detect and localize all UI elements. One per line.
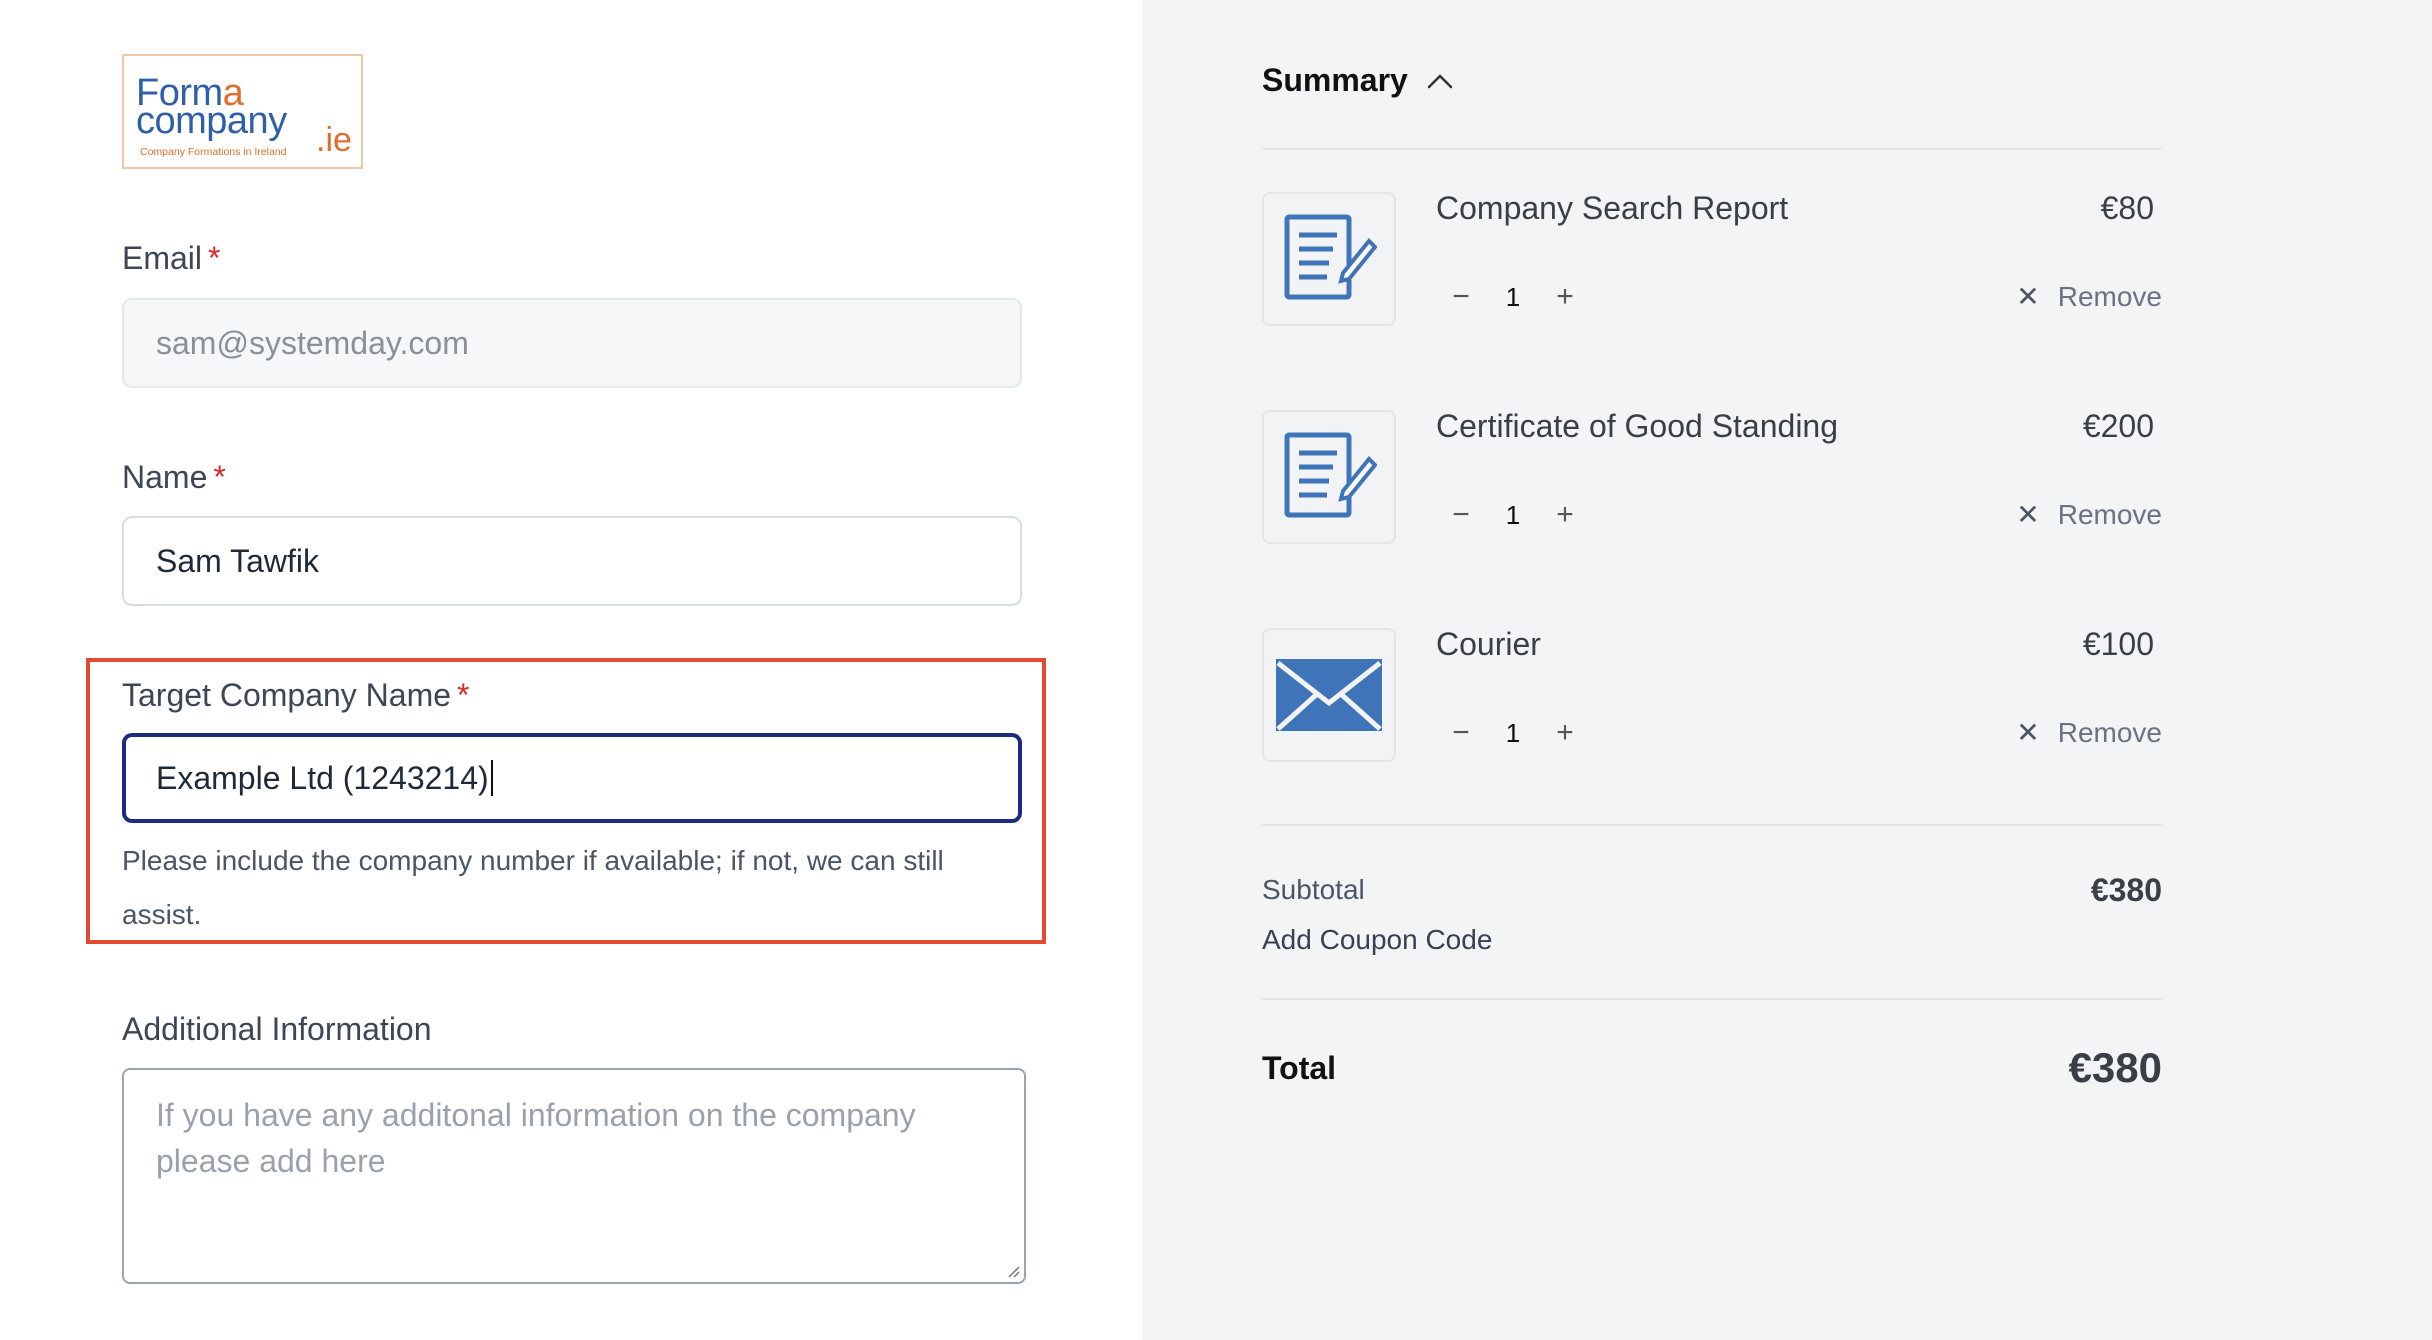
item-name: Company Search Report <box>1436 190 1789 226</box>
total-value: €380 <box>2068 1044 2162 1091</box>
name-input[interactable] <box>122 516 1022 606</box>
item-thumbnail <box>1262 628 1396 762</box>
envelope-icon <box>1276 659 1382 731</box>
target-company-value: Example Ltd (1243214) <box>156 759 489 796</box>
summary-title: Summary <box>1262 62 1408 98</box>
subtotal-label: Subtotal <box>1262 874 1365 905</box>
additional-info-placeholder: If you have any additonal information on… <box>156 1097 916 1179</box>
quantity-stepper: − 1 + <box>1446 716 1580 750</box>
summary-toggle[interactable]: Summary <box>1262 62 1454 99</box>
chevron-up-icon <box>1427 73 1453 88</box>
formacompany-logo[interactable]: Forma company .ie Company Formations in … <box>122 54 363 169</box>
decrease-quantity-button[interactable]: − <box>1446 280 1476 314</box>
email-label: Email * <box>122 240 221 276</box>
remove-label: Remove <box>2057 716 2162 748</box>
total-label: Total <box>1262 1050 1337 1086</box>
divider <box>1262 824 2162 826</box>
checkout-form-panel: Forma company .ie Company Formations in … <box>0 0 1142 1340</box>
target-company-helper-text: Please include the company number if ava… <box>122 845 944 930</box>
target-company-input[interactable]: Example Ltd (1243214) <box>122 733 1022 823</box>
required-mark: * <box>457 677 470 713</box>
remove-label: Remove <box>2057 498 2162 530</box>
decrease-quantity-button[interactable]: − <box>1446 716 1476 750</box>
item-name: Certificate of Good Standing <box>1436 408 1839 444</box>
item-price: €80 <box>2100 190 2154 226</box>
increase-quantity-button[interactable]: + <box>1550 716 1580 750</box>
document-edit-icon <box>1284 214 1377 300</box>
quantity-value[interactable]: 1 <box>1476 500 1550 531</box>
logo-text-company: company <box>136 100 287 142</box>
email-input[interactable] <box>122 298 1022 388</box>
logo-text-ie: .ie <box>316 121 352 159</box>
divider <box>1262 998 2162 1000</box>
increase-quantity-button[interactable]: + <box>1550 280 1580 314</box>
quantity-stepper: − 1 + <box>1446 280 1580 314</box>
quantity-value[interactable]: 1 <box>1476 282 1550 313</box>
close-icon: ✕ <box>2016 281 2040 312</box>
quantity-stepper: − 1 + <box>1446 498 1580 532</box>
remove-item-button[interactable]: ✕ Remove <box>2016 280 2162 313</box>
text-cursor <box>490 760 493 796</box>
logo-tagline: Company Formations in Ireland <box>140 146 287 158</box>
item-thumbnail <box>1262 192 1396 326</box>
required-mark: * <box>208 240 221 276</box>
required-mark: * <box>213 459 226 495</box>
additional-info-textarea[interactable]: If you have any additonal information on… <box>122 1068 1026 1284</box>
divider <box>1262 148 2162 150</box>
close-icon: ✕ <box>2016 717 2040 748</box>
document-edit-icon <box>1284 432 1377 518</box>
remove-item-button[interactable]: ✕ Remove <box>2016 498 2162 531</box>
item-thumbnail <box>1262 410 1396 544</box>
item-price: €200 <box>2082 408 2154 444</box>
subtotal-value: €380 <box>2090 872 2162 908</box>
decrease-quantity-button[interactable]: − <box>1446 498 1476 532</box>
resize-handle-icon[interactable] <box>1004 1262 1020 1278</box>
increase-quantity-button[interactable]: + <box>1550 498 1580 532</box>
remove-item-button[interactable]: ✕ Remove <box>2016 716 2162 749</box>
target-company-label: Target Company Name * <box>122 677 470 713</box>
item-name: Courier <box>1436 626 1541 662</box>
add-coupon-link[interactable]: Add Coupon Code <box>1262 924 1492 956</box>
name-label: Name * <box>122 459 226 495</box>
additional-info-label: Additional Information <box>122 1011 432 1047</box>
quantity-value[interactable]: 1 <box>1476 718 1550 749</box>
close-icon: ✕ <box>2016 499 2040 530</box>
remove-label: Remove <box>2057 280 2162 312</box>
item-price: €100 <box>2082 626 2154 662</box>
